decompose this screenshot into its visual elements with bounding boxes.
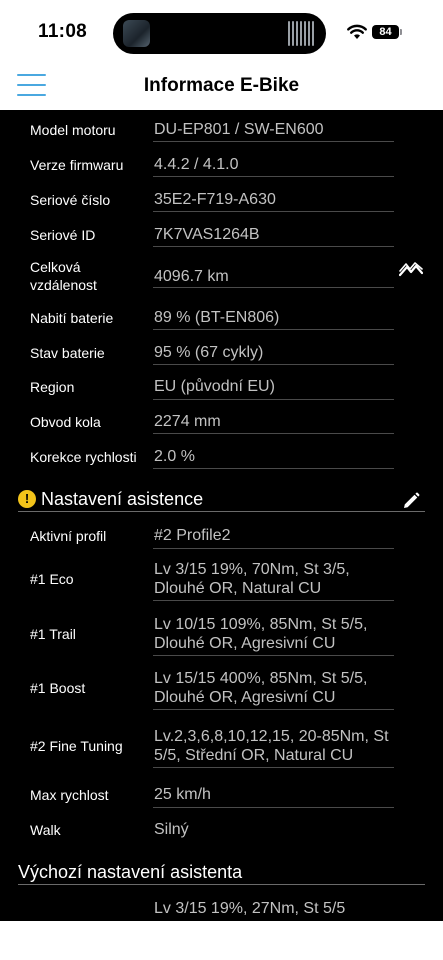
status-bar: 11:08 84 xyxy=(0,0,443,62)
row-value: #2 Profile2 xyxy=(154,527,231,544)
divider xyxy=(153,655,394,656)
divider xyxy=(153,364,394,365)
row-value: Lv 3/15 19%, 70Nm, St 3/5, Dlouhé OR, Na… xyxy=(154,560,350,598)
row-label: Region xyxy=(30,379,75,395)
section-divider xyxy=(18,884,425,885)
row-value-line: Lv 10/15 109%, 85Nm, St 5/5, xyxy=(154,616,368,633)
row-value: 4096.7 km xyxy=(154,268,229,285)
pencil-icon[interactable] xyxy=(402,492,420,510)
section-divider xyxy=(18,511,425,512)
divider xyxy=(153,246,394,247)
row-value: 2274 mm xyxy=(154,413,221,430)
row-value: 35E2-F719-A630 xyxy=(154,191,276,208)
row-label: Walk xyxy=(30,822,61,838)
row-value-line: Dlouhé OR, Agresivní CU xyxy=(154,689,336,706)
divider xyxy=(153,548,394,549)
divider xyxy=(153,433,394,434)
row-label-line: vzdálenost xyxy=(30,277,97,293)
row-value: 4.4.2 / 4.1.0 xyxy=(154,156,239,173)
nav-bar: Informace E-Bike xyxy=(0,62,443,110)
row-label: Stav baterie xyxy=(30,345,105,361)
audio-waveform-icon xyxy=(288,21,314,46)
row-value-line: Dlouhé OR, Agresivní CU xyxy=(154,635,336,652)
row-value: Lv.2,3,6,8,10,12,15, 20-85Nm, St 5/5, St… xyxy=(154,727,389,765)
warning-icon: ! xyxy=(18,490,36,508)
row-value: 95 % (67 cykly) xyxy=(154,344,264,361)
row-value: Silný xyxy=(154,821,189,838)
divider xyxy=(153,600,394,601)
row-value-line: 5/5, Střední OR, Natural CU xyxy=(154,747,354,764)
divider xyxy=(153,399,394,400)
section-title-assist: Nastavení asistence xyxy=(41,489,204,509)
row-value: Lv 10/15 109%, 85Nm, St 5/5, Dlouhé OR, … xyxy=(154,615,367,653)
row-label: #1 Boost xyxy=(30,680,86,696)
row-label-line: Celková xyxy=(30,259,81,275)
divider xyxy=(153,176,394,177)
row-label: #2 Fine Tuning xyxy=(30,738,123,754)
divider xyxy=(153,211,394,212)
row-value: 89 % (BT-EN806) xyxy=(154,309,280,326)
row-value: 2.0 % xyxy=(154,448,195,465)
divider xyxy=(153,468,394,469)
row-label: Model motoru xyxy=(30,122,116,138)
row-label: #1 Trail xyxy=(30,626,76,642)
row-label: Seriové číslo xyxy=(30,192,111,208)
divider xyxy=(153,807,394,808)
section-title-default-assist: Výchozí nastavení asistenta xyxy=(18,862,243,882)
wifi-icon xyxy=(347,24,367,39)
row-label: Korekce rychlosti xyxy=(30,449,137,465)
row-label: Nabití baterie xyxy=(30,310,114,326)
row-label: #1 Eco xyxy=(30,571,74,587)
row-value: 25 km/h xyxy=(154,786,211,803)
row-label: Celková vzdálenost xyxy=(30,258,97,294)
row-value-partial: Lv 3/15 19%, 27Nm, St 5/5 xyxy=(154,900,346,917)
row-value-line: Dlouhé OR, Natural CU xyxy=(154,580,322,597)
row-value-line: Lv 3/15 19%, 70Nm, St 3/5, xyxy=(154,561,350,578)
page-title: Informace E-Bike xyxy=(143,75,300,96)
divider xyxy=(153,767,394,768)
row-value: 7K7VAS1264B xyxy=(154,226,260,243)
row-label: Obvod kola xyxy=(30,414,101,430)
ebike-info-list[interactable]: Model motoru DU-EP801 / SW-EN600 Verze f… xyxy=(0,110,443,921)
status-time: 11:08 xyxy=(38,21,88,42)
row-label: Aktivní profil xyxy=(30,528,107,544)
row-value: EU (původní EU) xyxy=(154,378,275,395)
divider xyxy=(153,141,394,142)
row-value-line: Lv 15/15 400%, 85Nm, St 5/5, xyxy=(154,670,368,687)
row-label: Max rychlost xyxy=(30,787,109,803)
trend-chart-icon[interactable] xyxy=(399,262,423,278)
dynamic-island xyxy=(113,13,326,54)
bottom-area xyxy=(0,921,443,960)
row-value-line: Lv.2,3,6,8,10,12,15, 20-85Nm, St xyxy=(154,728,389,745)
battery-level: 84 xyxy=(372,25,399,39)
battery-icon xyxy=(400,29,402,35)
divider xyxy=(153,329,394,330)
divider xyxy=(153,287,394,288)
now-playing-artwork xyxy=(123,20,150,47)
row-value: DU-EP801 / SW-EN600 xyxy=(154,121,324,138)
divider xyxy=(153,709,394,710)
row-value: Lv 15/15 400%, 85Nm, St 5/5, Dlouhé OR, … xyxy=(154,669,367,707)
row-label: Seriové ID xyxy=(30,227,96,243)
row-label: Verze firmwaru xyxy=(30,157,124,173)
